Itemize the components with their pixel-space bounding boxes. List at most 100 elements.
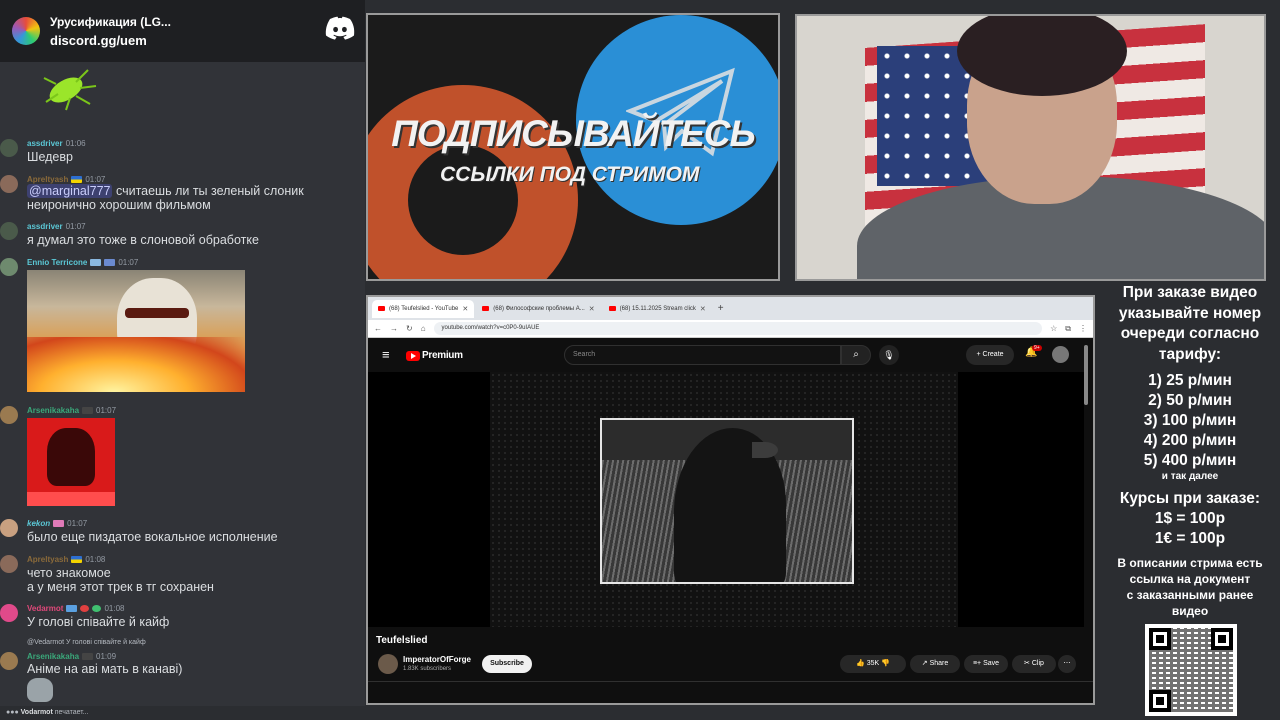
reload-icon[interactable]: ↻ [406,324,413,333]
description-area [368,681,1093,703]
message-text: Аніме на аві мать в канаві) [27,662,183,676]
reply-preview[interactable]: @Vedarmot У голові співайте й кайф [27,639,146,646]
close-icon[interactable]: ✕ [462,305,468,313]
timestamp: 01:09 [96,652,117,661]
avatar[interactable] [0,222,18,240]
rate-item: 4) 200 р/мин [1143,432,1237,449]
address-bar: ← → ↻ ⌂ youtube.com/watch?v=c0P0-9uIAUE … [368,320,1093,338]
avatar[interactable] [0,258,18,276]
like-count: 35K [866,660,880,667]
create-button[interactable]: + Create [966,345,1014,365]
order-instructions: При заказе видео указывайте номер очеред… [1100,283,1280,365]
info-line: тарифу: [1158,345,1222,363]
url-input[interactable]: youtube.com/watch?v=c0P0-9uIAUE [433,322,1043,335]
username[interactable]: assdriver [27,139,63,148]
like-dislike-button[interactable]: 👍 35K 👎 [840,655,906,673]
home-icon[interactable]: ⌂ [421,324,426,333]
more-actions-icon[interactable]: ⋯ [1058,655,1076,673]
username[interactable]: kekon [27,519,50,528]
close-icon[interactable]: ✕ [589,305,595,313]
description-note: В описании стрима есть ссылка на докумен… [1100,555,1280,619]
avatar[interactable] [0,652,18,670]
youtube-favicon-icon [608,306,616,311]
role-badge-icon [82,653,94,661]
page-scrollbar[interactable] [1084,345,1088,405]
clip-button[interactable]: ✂ Clip [1012,655,1056,673]
menu-icon[interactable]: ⋮ [1079,324,1087,333]
message-text: чето знакомое [27,566,111,580]
bug-sticker [43,69,97,111]
message-text: считаешь ли ты зеленый слоник [115,184,304,198]
attached-image[interactable] [27,270,245,392]
rate-etc: и так далее [1161,471,1219,482]
rate-list: 1) 25 р/мин 2) 50 р/мин 3) 100 р/мин 4) … [1100,371,1280,471]
thumbs-up-icon[interactable]: 👍 [856,660,865,667]
avatar[interactable] [0,139,18,157]
back-icon[interactable]: ← [374,324,382,333]
channel-name[interactable]: ImperatorOfForge [403,655,471,664]
close-icon[interactable]: ✕ [700,305,706,313]
rate-item: 1) 25 р/мин [1148,372,1232,389]
browser-tab[interactable]: (68) Teufelslied - YouTube ✕ [372,299,475,318]
channel-avatar[interactable] [378,654,398,674]
webcam-feed [795,14,1266,281]
username[interactable]: Arsenikakaha [27,406,79,415]
attached-image[interactable] [27,418,115,506]
video-player[interactable] [368,372,1084,627]
search-icon[interactable]: ⌕ [841,345,871,365]
message-text: я думал это тоже в слоновой обработке [27,233,259,247]
subscriber-count: 1.83K subscribers [403,666,452,672]
new-tab-icon[interactable]: + [718,303,724,314]
youtube-logo-icon[interactable] [406,351,420,361]
role-badge-icon [66,605,78,613]
role-badge-icon [92,605,102,613]
username[interactable]: Apreltyash [27,175,68,184]
bookmark-icon[interactable]: ☆ [1050,324,1057,333]
timestamp: 01:07 [65,222,86,231]
tab-title: (68) Философские проблемы А... [493,305,585,312]
share-button[interactable]: ↗ Share [910,655,960,673]
message-text: У голові співайте й кайф [27,615,170,629]
info-line: При заказе видео [1122,284,1258,301]
user-mention[interactable]: @marginal777 [27,184,113,198]
username[interactable]: Arsenikakaha [27,652,79,661]
typing-user: Vodarmot [20,709,53,716]
avatar[interactable] [0,406,18,424]
role-badge-icon [104,259,116,267]
microphone-icon[interactable]: 🎙 [879,345,899,365]
tab-strip: (68) Teufelslied - YouTube ✕ (68) Философ… [368,297,1093,320]
youtube-brand[interactable]: Premium [422,350,463,361]
username[interactable]: Apreltyash [27,555,68,564]
avatar[interactable] [0,519,18,537]
timestamp: 01:07 [85,175,106,184]
timestamp: 01:08 [85,555,106,564]
message-text: а у меня этот трек в тг сохранен [27,580,214,594]
hamburger-menu-icon[interactable]: ≡ [382,347,390,362]
video-frame[interactable] [600,418,854,584]
forward-icon[interactable]: → [390,324,398,333]
account-avatar[interactable] [1052,346,1069,363]
message-text: Шедевр [27,150,73,164]
avatar[interactable] [0,175,18,193]
promo-subtitle: ССЫЛКИ ПОД СТРИМОМ [440,163,700,186]
info-line: ссылка на документ [1129,572,1251,586]
save-button[interactable]: ≡+ Save [964,655,1008,673]
timestamp: 01:08 [104,604,125,613]
browser-tab[interactable]: (68) 15.11.2025 Stream click ✕ [603,300,712,318]
username[interactable]: Vedarmot [27,604,63,613]
subscribe-button[interactable]: Subscribe [482,655,532,673]
thumbs-down-icon[interactable]: 👎 [881,660,890,667]
username[interactable]: Ennio Terricone [27,258,87,267]
message-text: было еще пиздатое вокальное исполнение [27,530,278,544]
extensions-icon[interactable]: ⧉ [1065,324,1071,334]
username[interactable]: assdriver [27,222,63,231]
avatar[interactable] [0,555,18,573]
typing-indicator: ●●● Vodarmot печатает... [0,706,365,720]
cat-sticker [27,678,53,702]
share-label: Share [929,660,949,667]
avatar[interactable] [0,604,18,622]
server-invite-link[interactable]: discord.gg/uem [50,33,171,48]
rate-item: 2) 50 р/мин [1148,392,1232,409]
browser-tab[interactable]: (68) Философские проблемы А... ✕ [476,300,600,318]
search-input[interactable]: Search [564,345,841,365]
